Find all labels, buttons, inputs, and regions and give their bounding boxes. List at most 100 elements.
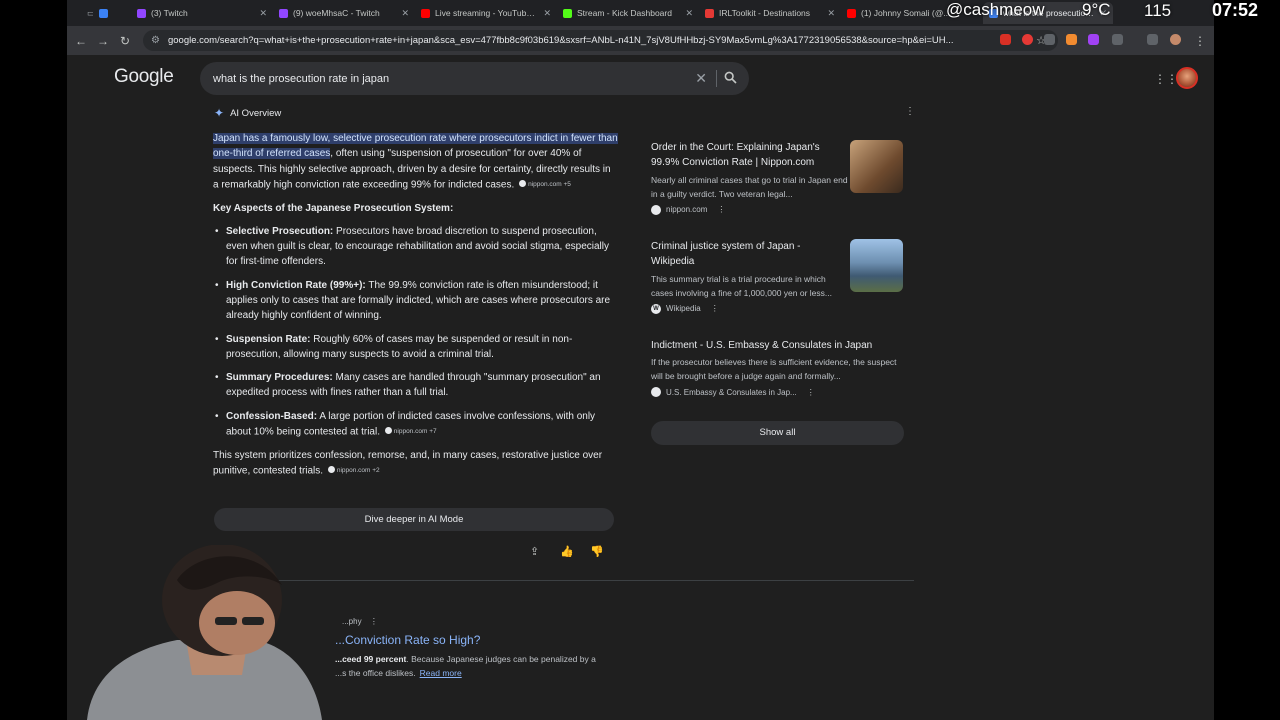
result-snippet-text: . Because Japanese judges can be penaliz… (406, 654, 596, 664)
source-chip[interactable]: nippon.com +5 (519, 177, 571, 192)
source-title[interactable]: Criminal justice system of Japan - Wikip… (651, 239, 841, 270)
source-site: U.S. Embassy & Consulates in Jap... ⋮ (651, 387, 906, 398)
aspects-list: Selective Prosecution: Prosecutors have … (213, 224, 618, 440)
show-all-button[interactable]: Show all (651, 421, 904, 445)
sparkle-icon: ✦ (214, 106, 225, 120)
share-icon[interactable]: ⇪ (530, 545, 539, 558)
twitch-favicon-icon (137, 8, 146, 18)
site-name: Wikipedia (666, 304, 701, 314)
stream-viewer-count: 115 (1144, 1, 1172, 20)
extensions-puzzle-icon[interactable] (1112, 34, 1123, 45)
clear-search-icon[interactable]: ✕ (695, 70, 707, 87)
site-name: nippon.com (666, 205, 708, 215)
browser-window: ▭ (3) Twitch ✕ (9) woeMhsaC - Twitch ✕ Liv… (67, 0, 1214, 720)
close-tab-icon[interactable]: ✕ (259, 8, 267, 19)
google-apps-icon[interactable]: ⋮⋮ (1154, 72, 1178, 86)
source-dot-icon (327, 465, 335, 473)
extension-icon[interactable] (1022, 34, 1033, 45)
dive-deeper-button[interactable]: Dive deeper in AI Mode (214, 508, 614, 531)
source-title[interactable]: Order in the Court: Explaining Japan's 9… (651, 140, 841, 171)
source-snippet: This summary trial is a trial procedure … (651, 273, 832, 298)
extension-icon[interactable] (1066, 34, 1077, 45)
source-snippet: Nearly all criminal cases that go to tri… (651, 174, 848, 199)
source-thumbnail[interactable] (850, 239, 903, 292)
profile-icon[interactable] (1170, 34, 1181, 45)
section-divider (214, 580, 914, 581)
source-chip[interactable]: nippon.com +2 (327, 463, 380, 478)
close-tab-icon[interactable]: ✕ (827, 8, 835, 19)
source-site: W Wikipedia ⋮ (651, 303, 906, 314)
aspect-term: Suspension Rate: (226, 333, 311, 345)
source-dot-icon (384, 427, 392, 435)
menu-dots-icon[interactable]: ⋮ (1189, 34, 1211, 48)
tab-twitch[interactable]: (3) Twitch ✕ (131, 2, 273, 24)
source-dot-icon (519, 179, 527, 187)
extension-icon[interactable] (1000, 34, 1011, 45)
tab-youtube-studio[interactable]: Live streaming - YouTube Studio✕ (415, 2, 557, 24)
key-aspects-heading: Key Aspects of the Japanese Prosecution … (213, 203, 454, 215)
intro-paragraph: Japan has a famously low, selective pros… (213, 131, 618, 192)
avatar[interactable] (1176, 67, 1198, 89)
read-more-link[interactable]: Read more (420, 668, 462, 678)
ai-overview-title: AI Overview (230, 107, 282, 119)
closing-paragraph: This system prioritizes confession, remo… (213, 448, 618, 479)
source-chip-label: nippon.com +5 (528, 180, 571, 188)
closing-text: This system prioritizes confession, remo… (213, 449, 603, 477)
reload-icon[interactable]: ↻ (114, 34, 136, 48)
search-icon[interactable] (724, 71, 737, 87)
thumbs-up-icon[interactable]: 👍 (560, 545, 574, 558)
forward-icon[interactable]: → (92, 34, 114, 48)
reading-list-icon[interactable] (1147, 34, 1158, 45)
source-thumbnail[interactable] (850, 140, 903, 193)
more-options-icon[interactable]: ⋮ (370, 617, 378, 626)
more-options-icon[interactable]: ⋮ (717, 205, 725, 214)
tab-title: (9) woeMhsaC - Twitch (293, 8, 380, 18)
list-item: Selective Prosecution: Prosecutors have … (213, 224, 618, 270)
aspect-term: Selective Prosecution: (226, 225, 334, 237)
source-chip-label: nippon.com +7 (393, 428, 437, 436)
source-chip-label: nippon.com +2 (336, 466, 380, 474)
extension-icon[interactable] (1044, 34, 1055, 45)
source-card[interactable]: Indictment - U.S. Embassy & Consulates i… (651, 338, 906, 398)
aspect-term: Summary Procedures: (226, 372, 333, 384)
tab-kick[interactable]: Stream - Kick Dashboard ✕ (557, 2, 699, 24)
close-tab-icon[interactable]: ✕ (543, 8, 551, 19)
close-tab-icon[interactable]: ✕ (685, 8, 693, 19)
source-snippet: If the prosecutor believes there is suff… (651, 357, 897, 382)
result-source: ...phy ⋮ (342, 617, 378, 626)
site-favicon-icon (651, 204, 661, 215)
tab-window-icon[interactable]: ▭ (67, 2, 93, 24)
more-options-icon[interactable]: ⋮ (711, 304, 719, 313)
result-title[interactable]: ...Conviction Rate so High? (335, 633, 480, 647)
tab-irltoolkit[interactable]: IRLToolkit - Destinations ✕ (699, 2, 841, 24)
search-divider (716, 70, 717, 87)
ai-overview-body: Japan has a famously low, selective pros… (213, 131, 618, 479)
google-logo[interactable]: Google (114, 66, 174, 88)
tab-pinned[interactable] (93, 2, 131, 24)
list-item: Suspension Rate: Roughly 60% of cases ma… (213, 332, 618, 363)
back-icon[interactable]: ← (70, 34, 92, 48)
embassy-favicon-icon (651, 387, 661, 398)
source-site: nippon.com ⋮ (651, 204, 906, 215)
ai-overview-header: ✦ AI Overview (214, 106, 281, 120)
source-title[interactable]: Indictment - U.S. Embassy & Consulates i… (651, 338, 901, 353)
source-chip[interactable]: nippon.com +7 (384, 424, 437, 439)
aspect-term: Confession-Based: (226, 410, 318, 422)
search-box[interactable]: what is the prosecution rate in japan ✕ (200, 62, 749, 95)
site-name: U.S. Embassy & Consulates in Jap... (666, 387, 797, 397)
thumbs-down-icon[interactable]: 👎 (590, 545, 604, 558)
tab-twitch-2[interactable]: (9) woeMhsaC - Twitch ✕ (273, 2, 415, 24)
list-item: High Conviction Rate (99%+): The 99.9% c… (213, 278, 618, 324)
result-snippet-bold: ...ceed 99 percent (335, 654, 407, 664)
site-info-icon[interactable]: ⚙ (151, 35, 160, 46)
tab-title: Live streaming - YouTube Studio (435, 8, 540, 18)
more-options-icon[interactable]: ⋮ (807, 388, 815, 397)
address-bar[interactable]: ⚙ google.com/search?q=what+is+the+prosec… (143, 30, 1058, 51)
tab-favicon (99, 8, 108, 18)
list-item: Confession-Based: A large portion of ind… (213, 409, 618, 440)
close-tab-icon[interactable]: ✕ (401, 8, 409, 19)
stream-clock: 07:52 (1212, 0, 1259, 20)
extension-icon[interactable] (1088, 34, 1099, 45)
more-options-icon[interactable]: ⋮ (905, 106, 915, 117)
stream-temperature: 9°C (1082, 0, 1111, 19)
